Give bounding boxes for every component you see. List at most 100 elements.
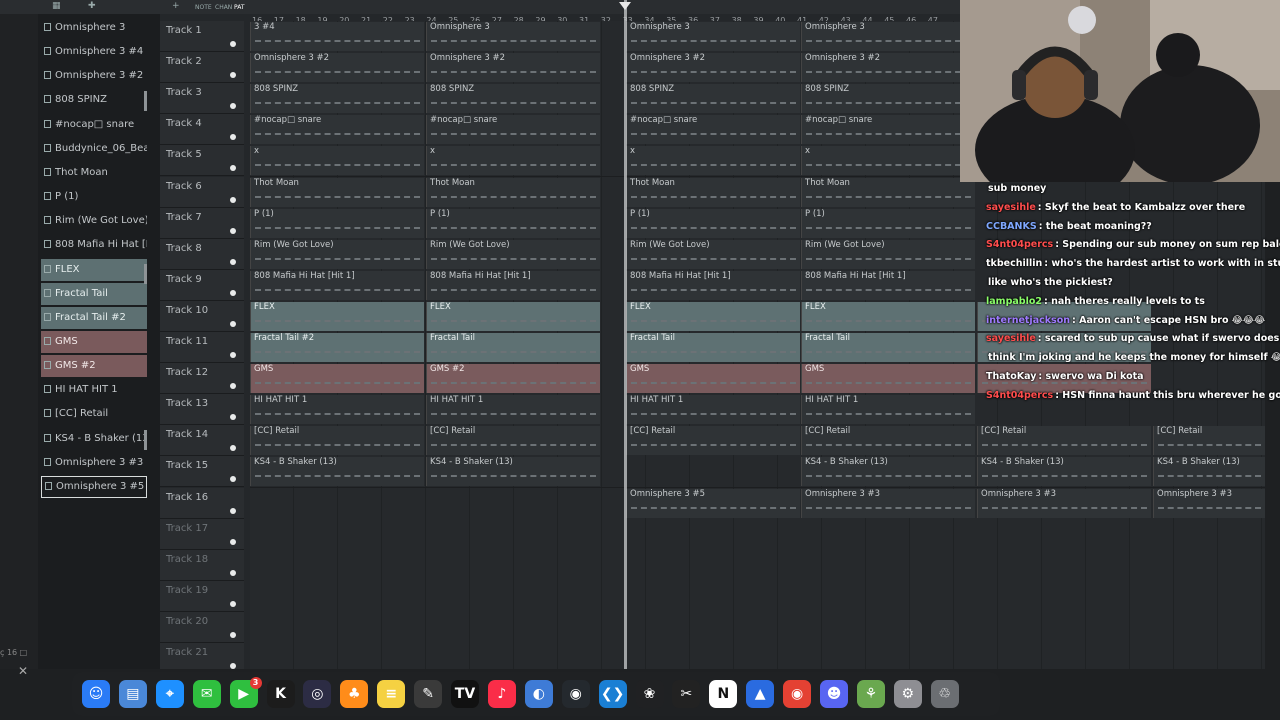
pattern-clip[interactable]: Omnisphere 3	[626, 22, 800, 51]
track-header[interactable]: Track 10	[160, 300, 244, 332]
pattern-clip[interactable]: GMS	[626, 364, 800, 394]
pattern-item[interactable]: Rim (We Got Love)	[41, 210, 147, 232]
pattern-clip[interactable]: P (1)	[426, 208, 600, 238]
pattern-clip[interactable]: Thot Moan	[250, 177, 424, 207]
track-mute-led[interactable]	[230, 414, 236, 421]
pattern-clip[interactable]: FLEX	[626, 301, 800, 331]
track-mute-led[interactable]	[230, 258, 236, 265]
pattern-clip[interactable]: GMS	[801, 364, 975, 394]
track-mute-led[interactable]	[230, 569, 236, 576]
pattern-clip[interactable]: [CC] Retail	[626, 426, 800, 456]
pattern-clip[interactable]: x	[626, 146, 800, 176]
pattern-item[interactable]: Buddynice_06_BeatBox	[41, 138, 147, 160]
track-header[interactable]: Track 6	[160, 176, 244, 208]
track-header[interactable]: Track 15	[160, 456, 244, 488]
files-icon[interactable]: ▤	[118, 680, 147, 708]
tradingview-icon[interactable]: TV	[451, 680, 479, 708]
track-header[interactable]: Track 2	[160, 52, 244, 84]
track-header[interactable]: Track 18	[160, 549, 244, 581]
pattern-clip[interactable]: 808 SPINZ	[250, 84, 424, 114]
pattern-clip[interactable]: Fractal Tail	[801, 333, 975, 362]
mode-note[interactable]: NOTE	[195, 4, 212, 11]
pattern-clip[interactable]: HI HAT HIT 1	[801, 395, 975, 425]
track-mute-led[interactable]	[230, 103, 236, 110]
track-lane[interactable]: Omnisphere 3 #5 Omnisphere 3 #3 Omnisphere…	[250, 487, 1265, 520]
pattern-clip[interactable]: P (1)	[626, 208, 800, 238]
pattern-item[interactable]: Omnisphere 3	[41, 17, 147, 39]
track-lane[interactable]	[250, 611, 1265, 644]
pattern-clip[interactable]: 808 Mafia Hi Hat [Hit 1]	[626, 270, 800, 300]
pattern-clip[interactable]: 808 Mafia Hi Hat [Hit 1]	[250, 270, 424, 300]
pattern-clip[interactable]: 808 SPINZ	[626, 84, 800, 114]
settings-icon[interactable]: ⚙	[893, 680, 922, 708]
pattern-clip[interactable]: KS4 - B Shaker (13)	[977, 457, 1151, 487]
track-mute-led[interactable]	[230, 631, 236, 638]
track-mute-led[interactable]	[230, 72, 236, 79]
track-mute-led[interactable]	[230, 289, 236, 296]
pattern-item[interactable]: 808 SPINZ	[41, 89, 147, 111]
obs-icon[interactable]: ◎	[303, 680, 332, 708]
pattern-clip[interactable]: Omnisphere 3 #3	[801, 488, 975, 518]
pattern-clip[interactable]: 808 SPINZ	[426, 84, 600, 114]
track-header[interactable]: Track 21	[160, 643, 244, 669]
pattern-clip[interactable]: Rim (We Got Love)	[626, 239, 800, 269]
pattern-item[interactable]: 808 Mafia Hi Hat [Hit 1]	[41, 234, 147, 256]
pattern-clip[interactable]: 808 Mafia Hi Hat [Hit 1]	[801, 270, 975, 300]
pattern-item[interactable]: #nocap□ snare	[41, 114, 147, 136]
pattern-item[interactable]: [CC] Retail	[41, 403, 147, 425]
pattern-item[interactable]: GMS	[41, 330, 147, 353]
mode-pat[interactable]: PAT	[234, 4, 245, 11]
notion-icon[interactable]: N	[709, 680, 738, 708]
pattern-clip[interactable]: P (1)	[801, 208, 975, 238]
pattern-clip[interactable]: Omnisphere 3 #5	[626, 488, 800, 518]
discord-icon[interactable]: ☻	[820, 680, 848, 708]
track-header[interactable]: Track 8	[160, 238, 244, 270]
track-header[interactable]: Track 12	[160, 363, 244, 395]
pattern-clip[interactable]: Rim (We Got Love)	[426, 239, 600, 269]
pattern-item[interactable]: Omnisphere 3 #4	[41, 41, 147, 63]
track-mute-led[interactable]	[230, 165, 236, 172]
track-mute-led[interactable]	[230, 383, 236, 390]
plugin-icon[interactable]: ✚	[88, 1, 96, 11]
track-mute-led[interactable]	[230, 507, 236, 514]
trash-icon[interactable]: ♲	[930, 680, 959, 708]
track-lane[interactable]	[250, 580, 1265, 613]
pattern-clip[interactable]: [CC] Retail	[801, 426, 975, 456]
pattern-clip[interactable]: Fractal Tail	[626, 333, 800, 362]
pattern-clip[interactable]: FLEX	[250, 301, 424, 331]
track-header[interactable]: Track 4	[160, 114, 244, 146]
track-header[interactable]: Track 1	[160, 21, 244, 52]
pattern-clip[interactable]: x	[426, 146, 600, 176]
browser-icon[interactable]: ▦	[52, 1, 61, 11]
pattern-clip[interactable]: HI HAT HIT 1	[626, 395, 800, 425]
pattern-clip[interactable]: x	[250, 146, 424, 176]
track-header[interactable]: Track 13	[160, 394, 244, 426]
pattern-clip[interactable]: FLEX	[801, 301, 975, 331]
pattern-clip[interactable]: #nocap□ snare	[626, 115, 800, 145]
pattern-clip[interactable]: Fractal Tail	[426, 333, 600, 362]
messages-icon[interactable]: ✉	[192, 680, 221, 708]
pattern-clip[interactable]: KS4 - B Shaker (13)	[801, 457, 975, 487]
track-mute-led[interactable]	[230, 320, 236, 327]
track-mute-led[interactable]	[230, 663, 236, 669]
pattern-item[interactable]: Omnisphere 3 #3	[41, 452, 147, 474]
close-icon[interactable]: ✕	[18, 664, 28, 678]
pattern-clip[interactable]: Omnisphere 3 #2	[250, 53, 424, 83]
track-mute-led[interactable]	[230, 41, 236, 47]
pattern-clip[interactable]: #nocap□ snare	[426, 115, 600, 145]
track-lane[interactable]: KS4 - B Shaker (13) KS4 - B Shaker (13) KS…	[250, 456, 1265, 489]
pattern-clip[interactable]: Omnisphere 3 #2	[626, 53, 800, 83]
track-mute-led[interactable]	[230, 538, 236, 545]
scrollbar-marker-2[interactable]	[144, 430, 147, 450]
pattern-clip[interactable]: #nocap□ snare	[801, 115, 975, 145]
pattern-clip[interactable]: KS4 - B Shaker (13)	[426, 457, 600, 487]
pattern-item[interactable]: Fractal Tail	[41, 282, 147, 305]
pattern-clip[interactable]: #nocap□ snare	[250, 115, 424, 145]
playhead-marker[interactable]	[619, 2, 631, 10]
davinci-icon[interactable]: ◐	[524, 680, 553, 708]
pattern-item[interactable]: FLEX	[41, 258, 147, 281]
music-icon[interactable]: ♪	[487, 680, 516, 708]
chrome-icon[interactable]: ◉	[783, 680, 812, 708]
pattern-clip[interactable]: [CC] Retail	[977, 426, 1151, 456]
pattern-clip[interactable]: Fractal Tail #2	[250, 333, 424, 362]
